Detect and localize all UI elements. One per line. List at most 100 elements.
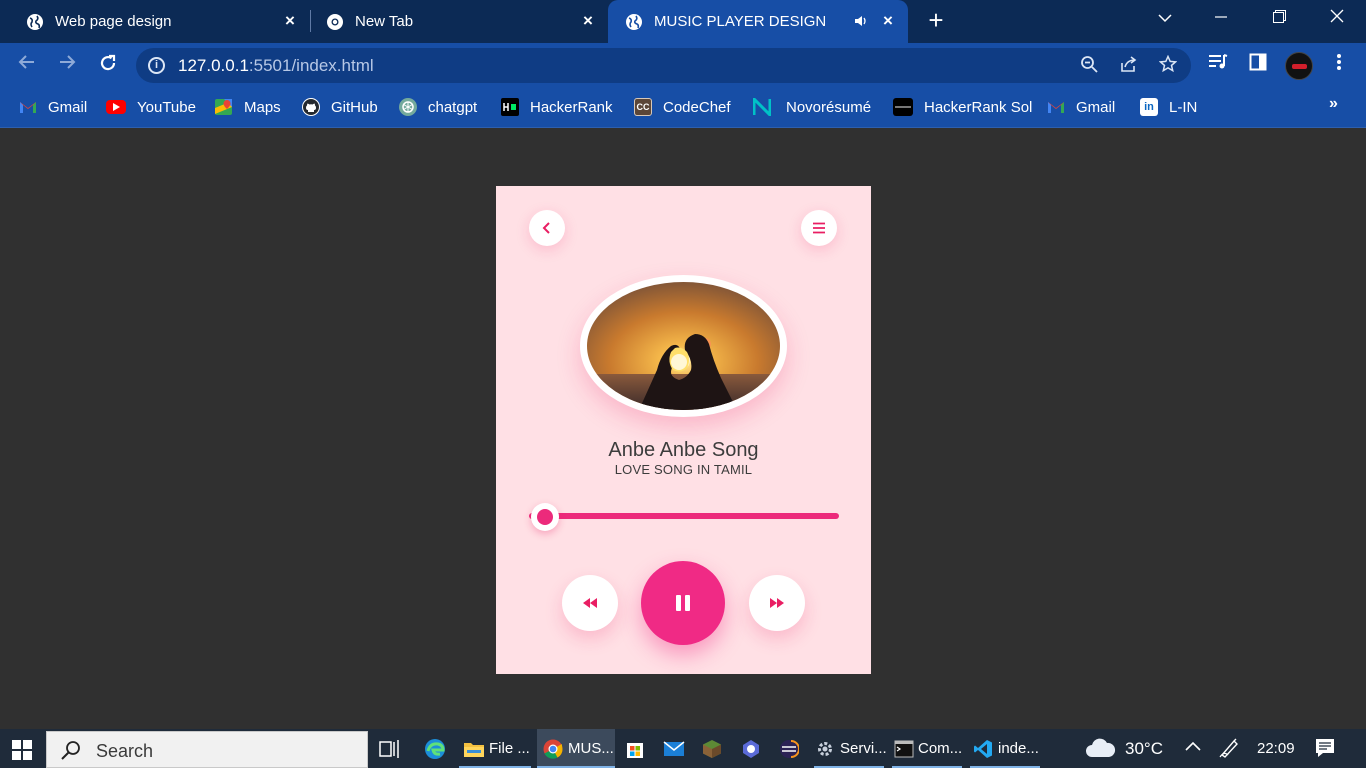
weather-cloud-icon[interactable] bbox=[1084, 737, 1116, 764]
bookmark-chatgpt[interactable]: chatgpt bbox=[399, 97, 477, 117]
taskbar-command-prompt[interactable]: Com... bbox=[892, 729, 962, 768]
tab-title: New Tab bbox=[355, 13, 414, 30]
taskbar-copilot[interactable] bbox=[740, 729, 766, 768]
taskbar-eclipse[interactable] bbox=[778, 729, 804, 768]
hackerrank-icon bbox=[501, 98, 519, 116]
tray-chevron-up-icon[interactable] bbox=[1184, 739, 1202, 757]
restore-icon[interactable] bbox=[1267, 8, 1291, 32]
taskbar-edge[interactable] bbox=[424, 729, 450, 768]
bookmark-gmail-2[interactable]: Gmail bbox=[1047, 97, 1115, 117]
chevron-left-icon bbox=[542, 222, 550, 234]
site-info-icon[interactable]: i bbox=[148, 57, 165, 74]
bookmark-youtube[interactable]: YouTube bbox=[106, 97, 196, 117]
task-view-icon bbox=[379, 738, 401, 760]
profile-avatar[interactable] bbox=[1285, 52, 1313, 80]
music-player-card: Anbe Anbe Song LOVE SONG IN TAMIL bbox=[496, 186, 871, 674]
page-viewport: Anbe Anbe Song LOVE SONG IN TAMIL bbox=[0, 129, 1366, 729]
taskbar-vscode[interactable]: inde... bbox=[970, 729, 1040, 768]
pen-icon[interactable] bbox=[1218, 737, 1240, 764]
forward-icon[interactable] bbox=[55, 53, 79, 77]
bookmark-github[interactable]: GitHub bbox=[302, 97, 378, 117]
windows-start-icon[interactable] bbox=[12, 740, 32, 760]
minecraft-icon bbox=[701, 738, 723, 760]
minimize-icon[interactable] bbox=[1209, 8, 1233, 32]
previous-button[interactable] bbox=[562, 575, 618, 631]
close-window-icon[interactable] bbox=[1325, 8, 1349, 32]
progress-thumb[interactable] bbox=[530, 503, 559, 531]
tab-title: Web page design bbox=[55, 13, 172, 30]
globe-icon bbox=[26, 13, 44, 31]
song-subtitle: LOVE SONG IN TAMIL bbox=[614, 462, 753, 477]
album-art-image bbox=[587, 282, 780, 410]
tab-close-icon[interactable]: × bbox=[580, 12, 596, 29]
address-bar[interactable]: i 127.0.0.1:5501/index.html bbox=[136, 48, 1191, 83]
taskbar-file-explorer[interactable]: File ... bbox=[459, 729, 531, 768]
copilot-icon bbox=[740, 738, 762, 760]
hamburger-icon bbox=[813, 222, 825, 234]
tab-close-icon[interactable]: × bbox=[282, 12, 298, 29]
taskbar-task-view[interactable] bbox=[379, 729, 405, 768]
chrome-icon bbox=[542, 738, 564, 760]
progress-bar[interactable] bbox=[529, 513, 839, 519]
zoom-icon[interactable] bbox=[1078, 55, 1100, 77]
rewind-icon bbox=[583, 598, 597, 608]
bookmark-codechef[interactable]: CC CodeChef bbox=[634, 97, 731, 117]
bookmark-maps[interactable]: Maps bbox=[215, 97, 281, 117]
bookmark-gmail[interactable]: Gmail bbox=[19, 97, 87, 117]
bookmark-hackerrank-sol[interactable]: HackerRank Sol bbox=[893, 97, 1032, 117]
bookmark-novoresume[interactable]: Novorésumé bbox=[753, 97, 871, 117]
tab-web-page-design[interactable]: Web page design × bbox=[0, 0, 310, 43]
pause-button[interactable] bbox=[641, 561, 725, 645]
reload-icon[interactable] bbox=[96, 53, 120, 77]
share-icon[interactable] bbox=[1118, 55, 1140, 77]
search-icon bbox=[61, 740, 80, 760]
taskbar-minecraft[interactable] bbox=[701, 729, 727, 768]
tab-title: MUSIC PLAYER DESIGN bbox=[654, 13, 827, 30]
command-prompt-icon bbox=[894, 738, 914, 760]
pause-icon bbox=[676, 595, 690, 611]
side-panel-icon[interactable] bbox=[1246, 53, 1270, 77]
github-icon bbox=[302, 98, 320, 116]
bookmark-hackerrank[interactable]: HackerRank bbox=[501, 97, 613, 117]
taskbar-services[interactable]: Servi... bbox=[814, 729, 887, 768]
clock-time[interactable]: 22:09 bbox=[1257, 740, 1295, 757]
new-tab-button[interactable]: + bbox=[924, 7, 948, 33]
weather-temperature[interactable]: 30°C bbox=[1125, 739, 1163, 759]
services-icon bbox=[816, 738, 836, 760]
tab-new-tab[interactable]: New Tab × bbox=[300, 0, 608, 43]
taskbar-mail[interactable] bbox=[663, 729, 689, 768]
notification-icon[interactable] bbox=[1315, 738, 1335, 763]
bookmark-linkedin[interactable]: in L-IN bbox=[1140, 97, 1197, 117]
bookmark-star-icon[interactable] bbox=[1157, 54, 1179, 77]
eclipse-icon bbox=[778, 738, 800, 760]
windows-taskbar: Search File ... MUS... Servi... Com... i… bbox=[0, 729, 1366, 768]
back-button[interactable] bbox=[529, 210, 565, 246]
bookmarks-overflow-icon[interactable]: » bbox=[1329, 95, 1338, 113]
speaker-icon[interactable] bbox=[854, 14, 868, 32]
search-placeholder: Search bbox=[96, 741, 154, 761]
novoresume-icon bbox=[753, 98, 771, 116]
browser-tab-strip: Web page design × New Tab × MUSIC PLAYER… bbox=[0, 0, 1366, 43]
bookmarks-bar: Gmail YouTube Maps GitHub chatgpt Hacker… bbox=[0, 88, 1366, 128]
tab-search-chevron-icon[interactable] bbox=[1153, 8, 1177, 32]
taskbar-search-input[interactable]: Search bbox=[46, 731, 368, 768]
menu-button[interactable] bbox=[801, 210, 837, 246]
taskbar-store[interactable] bbox=[624, 729, 650, 768]
next-button[interactable] bbox=[749, 575, 805, 631]
tab-music-player-design[interactable]: MUSIC PLAYER DESIGN × bbox=[608, 0, 908, 43]
taskbar-chrome[interactable]: MUS... bbox=[537, 729, 615, 768]
fast-forward-icon bbox=[770, 598, 784, 608]
back-icon[interactable] bbox=[15, 53, 39, 77]
youtube-icon bbox=[106, 100, 126, 114]
hackerrank-sol-icon bbox=[893, 98, 913, 116]
linkedin-icon: in bbox=[1140, 98, 1158, 116]
codechef-icon: CC bbox=[634, 98, 652, 116]
gmail-icon bbox=[1047, 98, 1065, 116]
media-control-icon[interactable] bbox=[1206, 53, 1230, 77]
gmail-icon bbox=[19, 98, 37, 116]
album-cover bbox=[580, 275, 787, 417]
maps-icon bbox=[215, 98, 233, 116]
tab-close-icon[interactable]: × bbox=[880, 12, 896, 29]
url-text[interactable]: 127.0.0.1:5501/index.html bbox=[178, 56, 374, 76]
menu-kebab-icon[interactable] bbox=[1327, 53, 1351, 77]
